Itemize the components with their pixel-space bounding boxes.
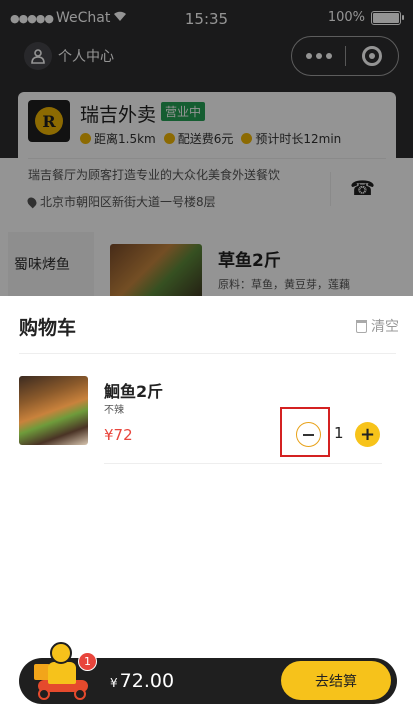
divider xyxy=(104,463,382,464)
clear-cart-button[interactable]: 清空 xyxy=(356,316,399,336)
cart-item-spec: 不辣 xyxy=(104,405,124,416)
clear-label: 清空 xyxy=(371,319,399,335)
total-price: ¥72.00 xyxy=(110,670,174,692)
quantity-value: 1 xyxy=(334,424,344,442)
cart-item-image xyxy=(19,376,88,445)
plus-icon: + xyxy=(359,423,376,445)
cart-item-price: ¥72 xyxy=(104,426,133,444)
divider xyxy=(19,353,396,354)
decrease-quantity-button[interactable] xyxy=(296,422,321,447)
modal-backdrop[interactable] xyxy=(0,0,413,296)
checkout-button[interactable]: 去结算 xyxy=(281,661,391,700)
trash-icon xyxy=(356,319,367,333)
minus-icon xyxy=(303,433,314,436)
cart-title: 购物车 xyxy=(19,317,77,339)
currency-symbol: ¥ xyxy=(110,676,118,690)
cart-rider-icon[interactable] xyxy=(30,640,92,702)
cart-item-name: 鮰鱼2斤 xyxy=(104,382,164,401)
increase-quantity-button[interactable]: + xyxy=(355,422,380,447)
total-amount: 72.00 xyxy=(119,670,175,692)
cart-count-badge: 1 xyxy=(78,652,97,671)
